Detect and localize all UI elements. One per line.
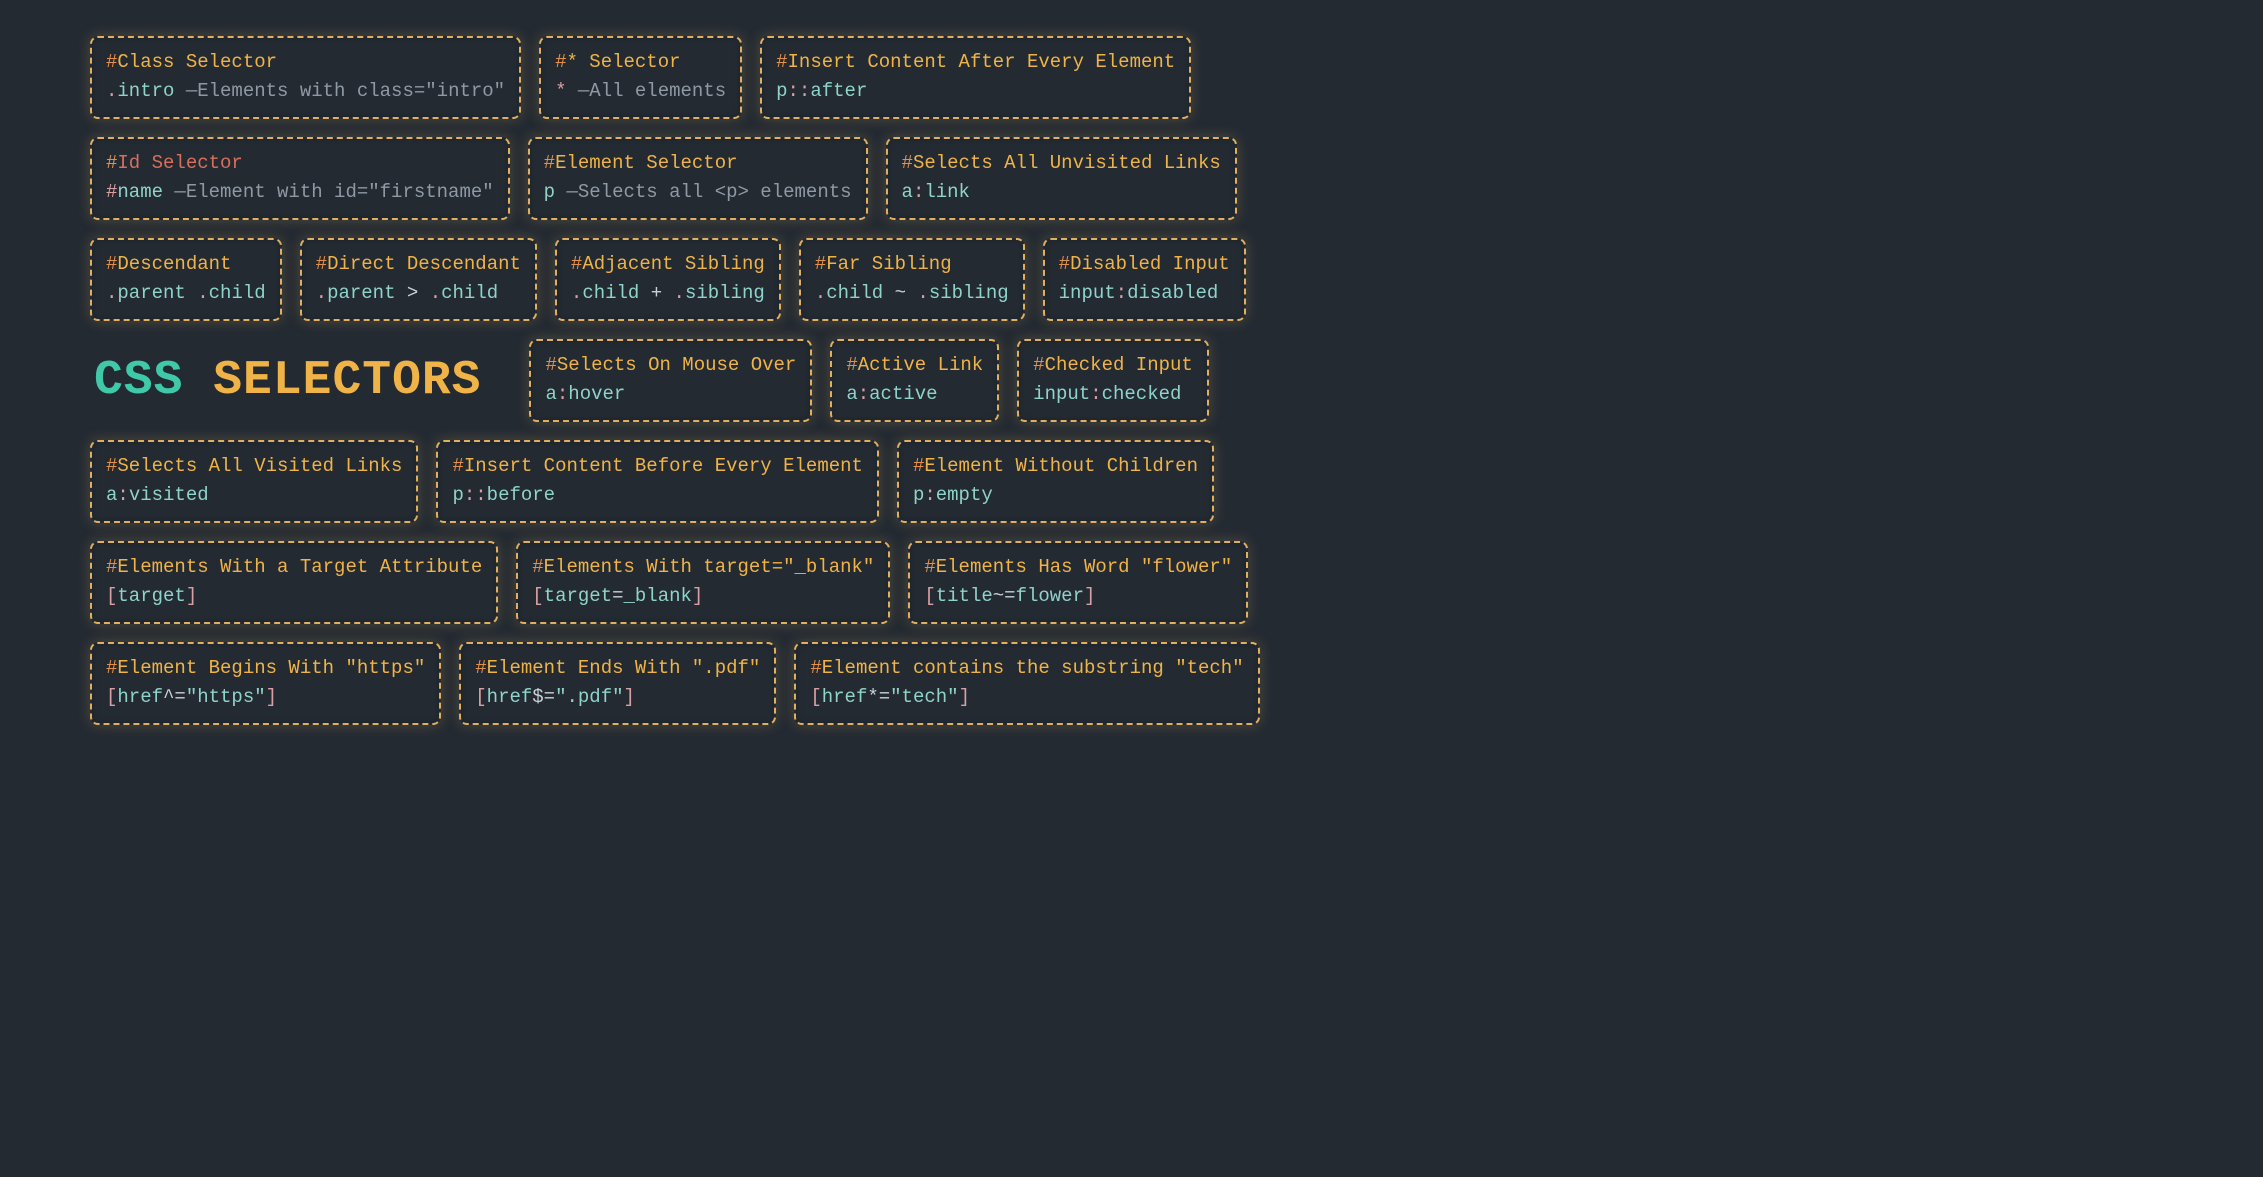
card-hover: #Selects On Mouse Over a:hover: [529, 339, 812, 422]
card-before: #Insert Content Before Every Element p::…: [436, 440, 878, 523]
row-2: #Id Selector #name —Element with id="fir…: [90, 137, 1470, 220]
page-title: CSS SELECTORS: [90, 354, 511, 408]
card-attr-flower: #Elements Has Word "flower" [title~=flow…: [908, 541, 1248, 624]
card-class-selector: #Class Selector .intro —Elements with cl…: [90, 36, 521, 119]
card-star-selector: #* Selector * —All elements: [539, 36, 742, 119]
card-visited: #Selects All Visited Links a:visited: [90, 440, 418, 523]
card-id-selector: #Id Selector #name —Element with id="fir…: [90, 137, 510, 220]
card-checked-input: #Checked Input input:checked: [1017, 339, 1209, 422]
card-empty: #Element Without Children p:empty: [897, 440, 1214, 523]
card-attr-https: #Element Begins With "https" [href^="htt…: [90, 642, 441, 725]
card-attr-tech: #Element contains the substring "tech" […: [794, 642, 1259, 725]
card-disabled-input: #Disabled Input input:disabled: [1043, 238, 1246, 321]
card-after-selector: #Insert Content After Every Element p::a…: [760, 36, 1191, 119]
card-direct-descendant: #Direct Descendant .parent > .child: [300, 238, 537, 321]
card-active-link: #Active Link a:active: [830, 339, 999, 422]
card-adjacent-sibling: #Adjacent Sibling .child + .sibling: [555, 238, 781, 321]
card-element-selector: #Element Selector p —Selects all <p> ele…: [528, 137, 868, 220]
row-7: #Element Begins With "https" [href^="htt…: [90, 642, 1470, 725]
card-attr-blank: #Elements With target="_blank" [target=_…: [516, 541, 890, 624]
row-5: #Selects All Visited Links a:visited #In…: [90, 440, 1470, 523]
row-3: #Descendant .parent .child #Direct Desce…: [90, 238, 1470, 321]
card-far-sibling: #Far Sibling .child ~ .sibling: [799, 238, 1025, 321]
card-link-selector: #Selects All Unvisited Links a:link: [886, 137, 1237, 220]
card-attr-pdf: #Element Ends With ".pdf" [href$=".pdf"]: [459, 642, 776, 725]
row-6: #Elements With a Target Attribute [targe…: [90, 541, 1470, 624]
row-1: #Class Selector .intro —Elements with cl…: [90, 36, 1470, 119]
card-attr-target: #Elements With a Target Attribute [targe…: [90, 541, 498, 624]
card-descendant: #Descendant .parent .child: [90, 238, 282, 321]
row-4: CSS SELECTORS #Selects On Mouse Over a:h…: [90, 339, 1470, 422]
